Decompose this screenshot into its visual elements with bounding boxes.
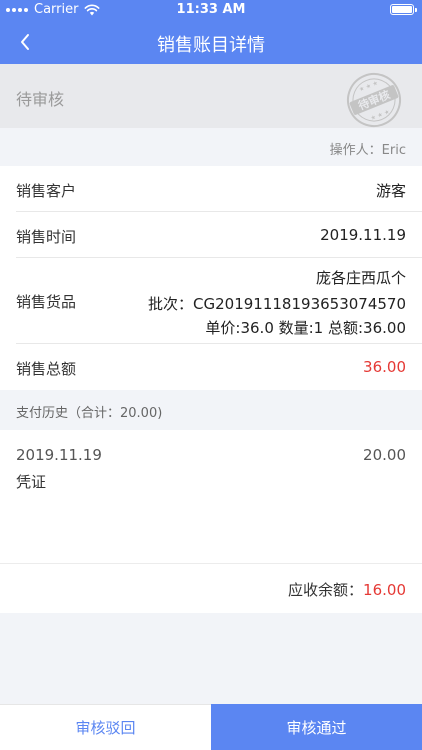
sale-time-value: 2019.11.19: [320, 226, 406, 244]
operator-label: 操作人: [329, 143, 369, 158]
payment-history-header: 支付历史（合计：20.00): [0, 390, 422, 430]
customer-label: 销售客户: [16, 182, 77, 200]
reject-button[interactable]: 审核驳回: [0, 704, 211, 750]
customer-value: 游客: [375, 182, 406, 200]
review-status-label: 待审核: [16, 90, 65, 109]
receivable-balance: 应收余额： 16.00: [288, 579, 406, 600]
approve-button[interactable]: 审核通过: [211, 704, 422, 750]
payment-history-list: 2019.11.19 20.00 凭证: [0, 430, 422, 563]
operator-row: 操作人：Eric: [0, 128, 422, 166]
header: Carrier 11:33 AM 销售账目详情: [0, 0, 422, 64]
page-title: 销售账目详情: [157, 35, 265, 56]
goods-name: 庞各庄西瓜个: [315, 269, 406, 287]
payment-amount: 20.00: [363, 446, 406, 464]
nav-bar: 销售账目详情: [0, 20, 422, 64]
goods-price: 单价:36.0 数量:1 总额:36.00: [205, 319, 406, 337]
voucher-label: 凭证: [16, 473, 47, 491]
payment-date: 2019.11.19: [16, 446, 102, 464]
goods-batch: 批次：CG20191118193653074570: [148, 295, 406, 313]
total-label: 销售总额: [16, 360, 77, 378]
sale-time-label: 销售时间: [16, 228, 77, 246]
time-row: 销售时间 2019.11.19: [0, 212, 422, 258]
receivable-value: 16.00: [363, 581, 406, 599]
pending-review-stamp-icon: 待审核 ★ ★ ★ ★ ★ ★: [347, 73, 401, 127]
status-bar: Carrier 11:33 AM: [0, 0, 422, 20]
operator-separator: ：: [368, 143, 382, 158]
battery-icon: [390, 4, 417, 15]
operator-info: 操作人：Eric: [330, 139, 406, 158]
operator-name: Eric: [381, 143, 406, 158]
customer-row: 销售客户 游客: [0, 166, 422, 212]
total-row: 销售总额 36.00: [0, 344, 422, 390]
receivable-balance-row: 应收余额： 16.00: [0, 563, 422, 613]
total-value: 36.00: [363, 358, 406, 376]
battery-fill: [392, 6, 412, 13]
receivable-label: 应收余额：: [288, 581, 364, 599]
goods-row: 销售货品 庞各庄西瓜个 批次：CG20191118193653074570 单价…: [0, 258, 422, 344]
status-time: 11:33 AM: [176, 2, 246, 17]
action-bar: 审核驳回 审核通过: [0, 704, 422, 750]
svg-text:★ ★ ★: ★ ★ ★: [358, 80, 379, 94]
review-status-section: 待审核 待审核 ★ ★ ★ ★ ★ ★: [0, 64, 422, 128]
payment-history-title: 支付历史（合计：20.00): [16, 406, 163, 421]
goods-label: 销售货品: [16, 293, 77, 311]
sale-details-card: 销售客户 游客 销售时间 2019.11.19 销售货品 庞各庄西瓜个 批次：C…: [0, 166, 422, 390]
